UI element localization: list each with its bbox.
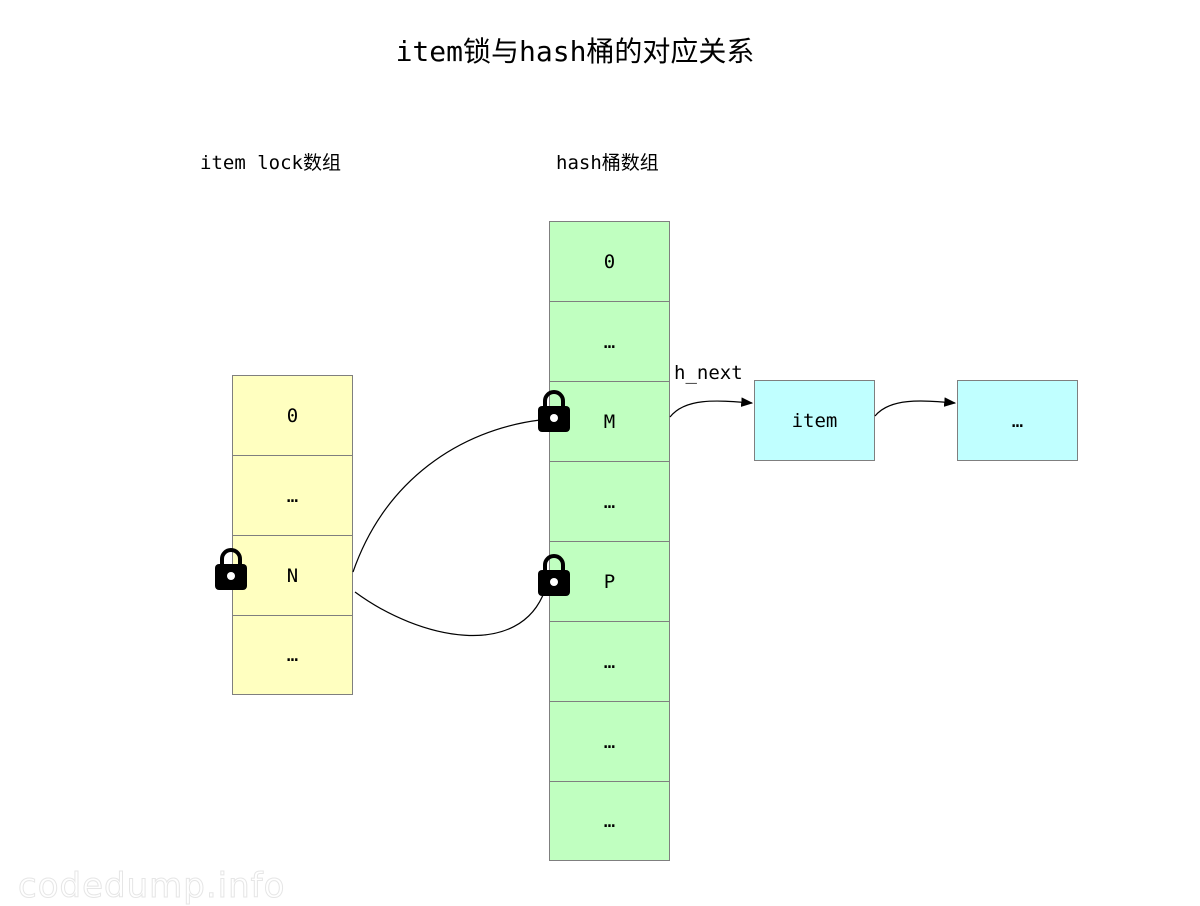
edges-layer [352,397,957,637]
edge-h-next [669,397,754,418]
edge-lockN-to-bucketP [354,589,546,637]
lock-icon [538,390,570,432]
lock-icon [215,548,247,590]
watermark: codedump.info [17,866,286,906]
lock-icon [538,554,570,596]
edge-lockN-to-bucketM [352,419,541,573]
edge-item-to-next [874,397,957,417]
